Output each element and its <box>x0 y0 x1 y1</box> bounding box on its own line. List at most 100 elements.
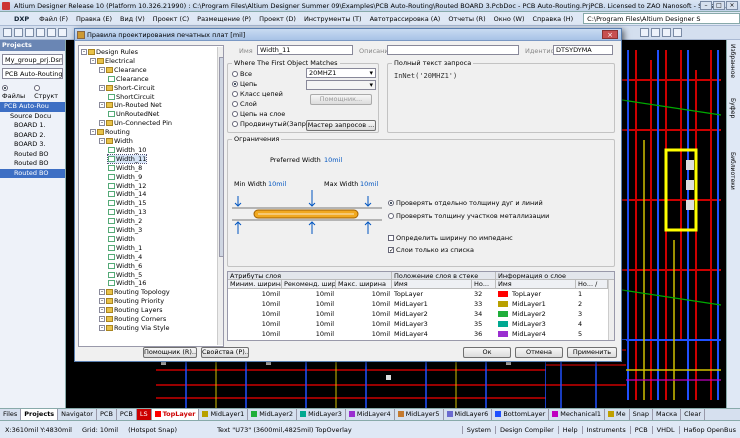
menu-file[interactable]: Файл (F) <box>35 15 72 23</box>
zoom-fit-icon[interactable] <box>47 28 56 37</box>
tree-folder-node[interactable]: – Un-Routed Net <box>99 101 162 109</box>
tab-files[interactable]: Files <box>0 409 22 420</box>
table-cell[interactable]: 10mil <box>336 300 392 308</box>
expander-icon[interactable]: – <box>99 298 105 305</box>
column-header[interactable]: Имя <box>392 280 472 289</box>
layer-tab-midlayer1[interactable]: MidLayer1 <box>199 409 249 420</box>
expander-icon[interactable]: – <box>99 138 105 144</box>
project-selector[interactable]: PCB Auto-Routing.PrjP <box>2 68 63 79</box>
expander-icon[interactable]: – <box>99 316 105 322</box>
table-cell[interactable]: MidLayer3 <box>510 320 576 328</box>
table-cell[interactable]: 10mil <box>282 290 336 298</box>
tree-rule-node[interactable]: Clearance <box>108 75 149 83</box>
expander-icon[interactable]: – <box>99 324 105 331</box>
tree-folder-node[interactable]: – Short-Circuit <box>99 84 155 92</box>
pcb-button[interactable]: PCB <box>629 425 652 434</box>
layer-tab-midlayer2[interactable]: MidLayer2 <box>248 409 298 420</box>
maximize-button[interactable]: □ <box>713 1 725 10</box>
tree-folder-node[interactable]: – Electrical <box>90 57 135 65</box>
tab-navigator[interactable]: Navigator <box>58 409 97 420</box>
name-field[interactable]: Width_11 <box>257 45 353 55</box>
expander-icon[interactable]: – <box>90 57 96 64</box>
tree-rule-node[interactable]: Width_10 <box>108 146 146 154</box>
table-cell[interactable]: 10mil <box>228 300 282 308</box>
expander-icon[interactable]: – <box>99 289 105 296</box>
column-header[interactable]: Рекоменд. шир <box>282 280 336 289</box>
layer-tab-midlayer5[interactable]: MidLayer5 <box>395 409 444 420</box>
net-dropdown[interactable]: 20MHZ1 <box>306 68 376 78</box>
favorite-icon[interactable] <box>673 28 682 37</box>
table-cell[interactable]: 10mil <box>228 330 282 338</box>
tree-folder-node[interactable]: – Routing Topology <box>99 288 170 296</box>
table-cell[interactable]: 10mil <box>336 290 392 298</box>
vhdl-button[interactable]: VHDL <box>651 425 679 434</box>
clear-button[interactable]: Clear <box>681 409 706 420</box>
column-header[interactable]: Миним. ширина <box>228 280 282 289</box>
mask-button[interactable]: Маска <box>653 409 682 420</box>
menu-tools[interactable]: Инструменты (T) <box>300 15 366 23</box>
check-copper-radio[interactable]: Проверять толщину участков металлизации <box>388 212 549 220</box>
workspace-selector[interactable]: My_group_prj.DsnWrk <box>2 54 63 65</box>
table-cell[interactable]: 4 <box>576 320 608 328</box>
tree-rule-node[interactable]: Width_8 <box>108 164 142 172</box>
doc-node[interactable]: BOARD 1. <box>0 121 65 131</box>
libraries-tab[interactable]: Библиотеки <box>729 152 736 202</box>
tree-folder-node[interactable]: – Routing Priority <box>99 297 164 305</box>
tree-rule-node[interactable]: Width_5 <box>108 271 142 279</box>
tab-pcb-2[interactable]: PCB <box>117 409 137 420</box>
query-text[interactable]: InNet('20MHZ1') <box>394 72 457 80</box>
help-button[interactable]: Help <box>557 425 582 434</box>
doc-node-selected[interactable]: Routed BO <box>0 168 65 178</box>
match-net-on-layer-radio[interactable]: Цепь на слое <box>232 110 285 118</box>
tab-pcb[interactable]: PCB <box>97 409 117 420</box>
expander-icon[interactable]: – <box>99 66 105 73</box>
check-tracks-radio[interactable]: Проверять отдельно толщину дуг и линий <box>388 199 543 207</box>
table-cell[interactable]: 10mil <box>228 320 282 328</box>
clipboard-tab[interactable]: Буфер <box>729 98 736 148</box>
menu-dxp[interactable]: DXP <box>0 15 35 23</box>
table-cell[interactable]: 10mil <box>282 310 336 318</box>
menu-design[interactable]: Проект (D) <box>255 15 300 23</box>
tree-scrollbar[interactable] <box>217 47 223 345</box>
cut-icon[interactable] <box>58 28 67 37</box>
preferred-width-value[interactable]: 10mil <box>324 156 342 164</box>
column-header[interactable]: Имя <box>496 280 576 289</box>
layer-tab-midlayer6[interactable]: MidLayer6 <box>444 409 493 420</box>
source-docs-node[interactable]: Source Docu <box>0 112 65 122</box>
column-header[interactable]: Макс. ширина <box>336 280 392 289</box>
radio-files[interactable]: Файлы <box>2 84 30 100</box>
radio-structure[interactable]: Структ <box>34 84 63 100</box>
table-cell[interactable]: 34 <box>472 310 496 318</box>
layer-tab-midlayer3[interactable]: MidLayer3 <box>297 409 346 420</box>
match-layer-radio[interactable]: Слой <box>232 100 257 108</box>
tree-rule-node[interactable]: UnRoutedNet <box>108 110 159 118</box>
description-field[interactable] <box>387 45 519 55</box>
path-field[interactable]: C:\Program Files\Altium Designer S <box>583 13 740 24</box>
tree-folder-node[interactable]: – Un-Connected Pin <box>99 119 172 127</box>
tree-rule-node[interactable]: Width_12 <box>108 182 146 190</box>
project-node[interactable]: PCB Auto-Rou <box>0 102 65 112</box>
table-cell[interactable]: 36 <box>472 330 496 338</box>
menu-view[interactable]: Вид (V) <box>116 15 149 23</box>
doc-node[interactable]: Routed BO <box>0 150 65 160</box>
impedance-checkbox[interactable]: Определить ширину по импеданс <box>388 234 513 242</box>
match-netclass-radio[interactable]: Класс цепей <box>232 90 283 98</box>
instruments-button[interactable]: Instruments <box>581 425 630 434</box>
table-cell[interactable]: TopLayer <box>510 290 576 298</box>
tree-rule-node[interactable]: Width_14 <box>108 190 146 198</box>
table-cell[interactable]: MidLayer2 <box>510 310 576 318</box>
menu-edit[interactable]: Правка (E) <box>72 15 116 23</box>
zoom-icon[interactable] <box>36 28 45 37</box>
tree-rule-node[interactable]: Width_2 <box>108 217 142 225</box>
tree-rule-node[interactable]: Width_6 <box>108 262 142 270</box>
tree-rule-node[interactable]: Width_4 <box>108 253 142 261</box>
expander-icon[interactable]: – <box>90 129 96 136</box>
menu-window[interactable]: Окно (W) <box>490 15 529 23</box>
max-width-value[interactable]: 10mil <box>360 180 378 188</box>
layer-tab-toplayer[interactable]: TopLayer <box>151 409 200 420</box>
tree-folder-node[interactable]: – Design Rules <box>81 48 138 56</box>
doc-node[interactable]: BOARD 2. <box>0 131 65 141</box>
design-compiler-button[interactable]: Design Compiler <box>494 425 558 434</box>
open-icon[interactable] <box>3 28 12 37</box>
tab-projects[interactable]: Projects <box>21 409 59 420</box>
